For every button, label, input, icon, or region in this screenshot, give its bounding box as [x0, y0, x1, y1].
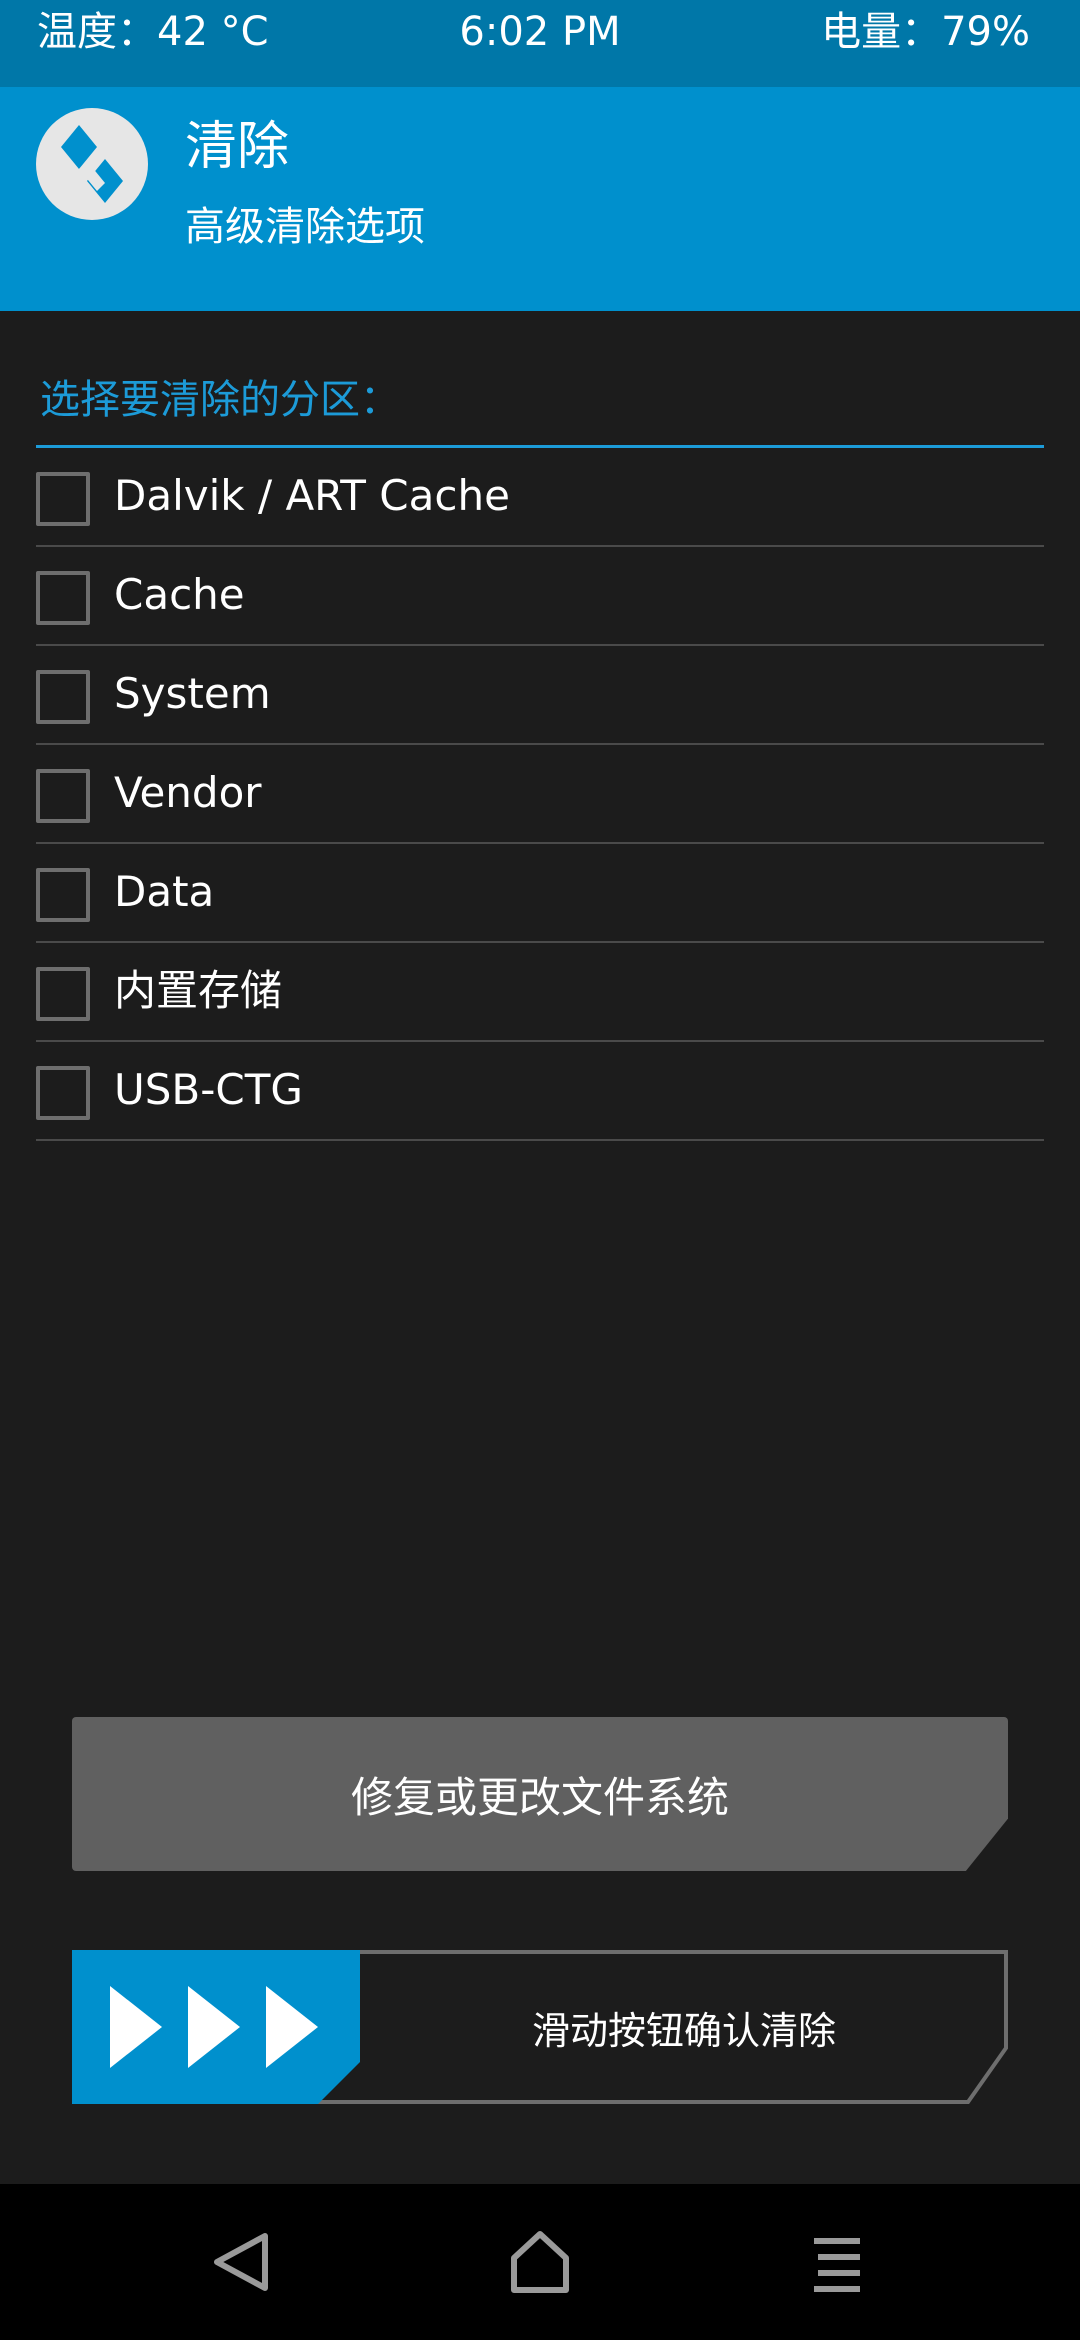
partition-label: USB-CTG	[114, 1065, 303, 1114]
swipe-handle[interactable]	[72, 1950, 360, 2104]
checkbox-usb-otg[interactable]	[36, 1066, 90, 1120]
partition-item-vendor[interactable]: Vendor	[36, 745, 1044, 844]
status-battery: 电量：79%	[821, 9, 1030, 55]
checkbox-internal-storage[interactable]	[36, 967, 90, 1021]
partition-item-system[interactable]: System	[36, 646, 1044, 745]
back-triangle-icon[interactable]	[203, 2224, 279, 2300]
partition-label: Vendor	[114, 768, 262, 817]
checkbox-system[interactable]	[36, 670, 90, 724]
header: 清除 高级清除选项	[0, 87, 1080, 311]
partition-label: 内置存储	[114, 966, 283, 1015]
partition-label: Dalvik / ART Cache	[114, 471, 510, 520]
status-bar: 温度：42 °C 6:02 PM 电量：79%	[0, 0, 1080, 87]
page-title: 清除	[185, 117, 290, 177]
partition-label: Cache	[114, 570, 245, 619]
twrp-wipe-screen: 温度：42 °C 6:02 PM 电量：79% 清除 高级清除选项 选择要清除的…	[0, 0, 1080, 2340]
checkbox-dalvik[interactable]	[36, 472, 90, 526]
partition-section-label: 选择要清除的分区：	[40, 377, 400, 423]
partition-item-internal-storage[interactable]: 内置存储	[36, 943, 1044, 1042]
repair-filesystem-label: 修复或更改文件系统	[350, 1772, 729, 1822]
checkbox-vendor[interactable]	[36, 769, 90, 823]
swipe-to-wipe-slider[interactable]: 滑动按钮确认清除	[72, 1950, 1008, 2104]
partition-label: System	[114, 669, 271, 718]
swipe-label: 滑动按钮确认清除	[531, 2008, 836, 2053]
page-subtitle: 高级清除选项	[185, 204, 425, 250]
navigation-bar	[0, 2184, 1080, 2340]
menu-icon[interactable]	[802, 2224, 878, 2300]
home-icon[interactable]	[502, 2224, 578, 2300]
partition-item-usb-otg[interactable]: USB-CTG	[36, 1042, 1044, 1141]
partition-item-data[interactable]: Data	[36, 844, 1044, 943]
partition-item-cache[interactable]: Cache	[36, 547, 1044, 646]
partition-list: Dalvik / ART Cache Cache System Vendor D…	[36, 448, 1044, 1141]
partition-label: Data	[114, 867, 215, 916]
checkbox-data[interactable]	[36, 868, 90, 922]
twrp-logo-icon	[36, 108, 148, 220]
partition-item-dalvik[interactable]: Dalvik / ART Cache	[36, 448, 1044, 547]
checkbox-cache[interactable]	[36, 571, 90, 625]
repair-filesystem-button[interactable]: 修复或更改文件系统	[72, 1717, 1008, 1871]
